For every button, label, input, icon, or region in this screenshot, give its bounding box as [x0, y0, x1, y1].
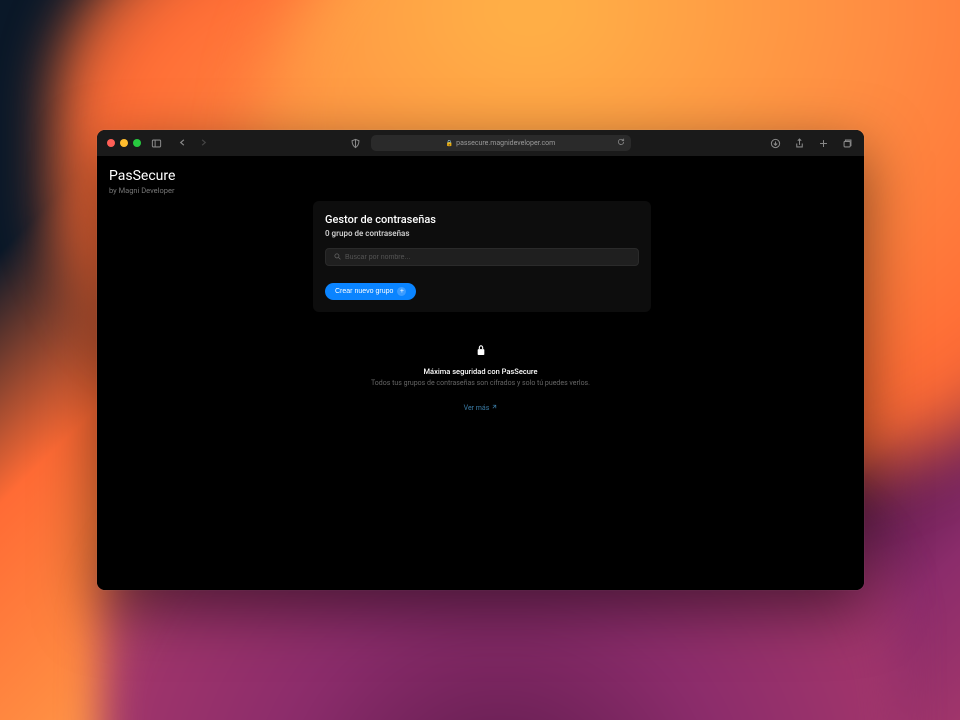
see-more-link[interactable]: Ver más — [464, 404, 498, 412]
search-box[interactable] — [325, 248, 639, 266]
search-input[interactable] — [345, 254, 630, 261]
create-button-label: Crear nuevo grupo — [335, 288, 393, 295]
plus-icon: + — [397, 287, 406, 296]
password-manager-card: Gestor de contraseñas 0 grupo de contras… — [313, 201, 651, 312]
downloads-icon[interactable] — [768, 136, 782, 150]
close-window-button[interactable] — [107, 139, 115, 147]
external-link-icon — [491, 404, 497, 412]
url-text: passecure.magnideveloper.com — [456, 139, 555, 147]
minimize-window-button[interactable] — [120, 139, 128, 147]
search-icon — [334, 253, 341, 262]
share-icon[interactable] — [792, 136, 806, 150]
lock-icon: 🔒 — [446, 140, 453, 147]
security-info-section: Máxima seguridad con PasSecure Todos tus… — [331, 344, 631, 414]
card-title: Gestor de contraseñas — [325, 213, 639, 226]
security-lock-icon — [331, 344, 631, 359]
new-tab-icon[interactable] — [816, 136, 830, 150]
app-title: PasSecure — [109, 168, 852, 184]
create-group-button[interactable]: Crear nuevo grupo + — [325, 283, 416, 300]
maximize-window-button[interactable] — [133, 139, 141, 147]
app-subtitle: by Magni Developer — [109, 186, 852, 195]
privacy-shield-icon[interactable] — [349, 136, 363, 150]
security-title: Máxima seguridad con PasSecure — [331, 367, 631, 376]
see-more-label: Ver más — [464, 404, 490, 412]
back-button[interactable] — [175, 137, 190, 150]
address-bar[interactable]: 🔒 passecure.magnideveloper.com — [371, 135, 631, 151]
sidebar-toggle-icon[interactable] — [149, 136, 163, 150]
page-content: PasSecure by Magni Developer Gestor de c… — [97, 156, 864, 590]
group-count-label: 0 grupo de contraseñas — [325, 229, 639, 238]
tabs-overview-icon[interactable] — [840, 136, 854, 150]
refresh-icon[interactable] — [617, 138, 625, 148]
window-controls — [107, 139, 141, 147]
forward-button[interactable] — [196, 137, 211, 150]
browser-window: 🔒 passecure.magnideveloper.com — [97, 130, 864, 590]
browser-toolbar: 🔒 passecure.magnideveloper.com — [97, 130, 864, 156]
security-description: Todos tus grupos de contraseñas son cifr… — [331, 379, 631, 389]
